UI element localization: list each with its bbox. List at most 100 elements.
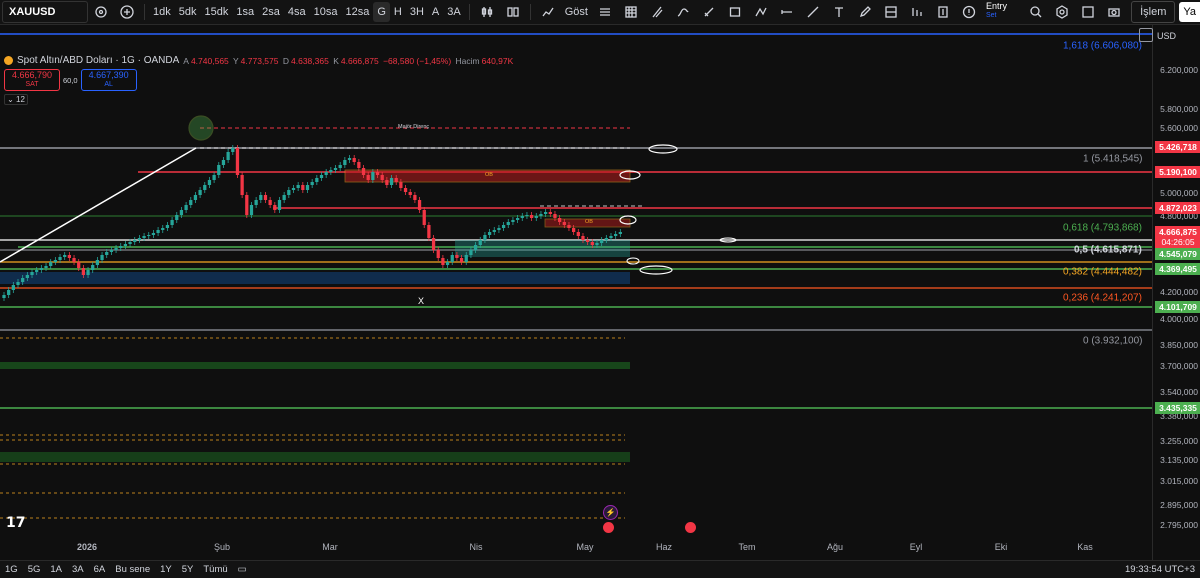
candle-body <box>567 225 571 228</box>
symbol-search[interactable]: XAUUSD <box>2 1 88 23</box>
timeframe-5dk[interactable]: 5dk <box>175 2 201 22</box>
fib-label-0: 0 (3.932,100) <box>1083 335 1143 347</box>
time-axis[interactable]: 2026 Şub Mar Nis May Haz Tem Ağu Eyl Eki… <box>0 538 1152 558</box>
fib-label-0382: 0,382 (4.444,482) <box>1063 266 1142 278</box>
candle-body <box>119 246 123 248</box>
event-flag-icon[interactable] <box>685 522 696 533</box>
candle-body <box>77 262 81 268</box>
currency-selector[interactable]: USD <box>1157 31 1176 41</box>
fullscreen-icon[interactable] <box>1079 3 1097 21</box>
event-flag-icon[interactable] <box>603 522 614 533</box>
path-tool-icon[interactable] <box>674 3 692 21</box>
settings-icon[interactable] <box>1053 3 1071 21</box>
entry-button[interactable]: Entry Set <box>982 2 1011 22</box>
grid-tool-icon[interactable] <box>622 3 640 21</box>
ellipse-marker[interactable] <box>639 265 673 275</box>
long-position-icon[interactable] <box>882 3 900 21</box>
timeframe-12sa[interactable]: 12sa <box>341 2 373 22</box>
menu-icon[interactable] <box>596 3 614 21</box>
timeframe-4sa[interactable]: 4sa <box>284 2 310 22</box>
open-label: A <box>183 55 189 66</box>
price-range-icon[interactable] <box>934 3 952 21</box>
price-axis[interactable]: USD 6.200,000 5.800,000 5.600,000 5.000,… <box>1139 25 1200 560</box>
price-tag-5426: 5.426,718 <box>1155 141 1200 153</box>
order-block-label-upper[interactable]: OB <box>485 172 493 178</box>
date-range-icon[interactable]: ▭ <box>233 564 252 575</box>
indicators-button[interactable]: Göst <box>561 2 592 22</box>
timeframe-G[interactable]: G <box>373 2 390 22</box>
indicators-icon[interactable] <box>539 3 557 21</box>
fib-label-05: 0,5 (4.615,871) <box>1074 244 1142 256</box>
candle-type-icon[interactable] <box>478 3 496 21</box>
pencil-icon[interactable] <box>856 3 874 21</box>
candle-body <box>147 235 151 236</box>
time-label: Şub <box>213 542 231 552</box>
camera-icon[interactable] <box>1105 3 1123 21</box>
x-marker-label[interactable]: X <box>418 296 424 306</box>
demand-zone[interactable] <box>0 362 630 369</box>
clock-display[interactable]: 19:33:54 UTC+3 <box>1120 564 1200 575</box>
order-block-label-lower[interactable]: OB <box>585 219 593 225</box>
range-5G[interactable]: 5G <box>23 564 46 575</box>
legend-title[interactable]: Spot Altın/ABD Doları · 1G · OANDA <box>17 55 179 66</box>
bottom-bar: 1G 5G 1A 3A 6A Bu sene 1Y 5Y Tümü ▭ 19:3… <box>0 560 1200 578</box>
settings-gear-icon[interactable] <box>1139 28 1153 42</box>
timeframe-3H[interactable]: 3H <box>406 2 428 22</box>
range-5Y[interactable]: 5Y <box>177 564 199 575</box>
ellipse-marker[interactable] <box>648 144 678 154</box>
pitchfork-icon[interactable] <box>648 3 666 21</box>
range-1A[interactable]: 1A <box>45 564 67 575</box>
horizontal-ray-icon[interactable] <box>778 3 796 21</box>
demand-zone[interactable] <box>0 272 630 284</box>
timeframe-H[interactable]: H <box>390 2 406 22</box>
top-highlight-marker[interactable] <box>188 115 214 141</box>
buy-button[interactable]: 4.667,390 AL <box>80 69 137 91</box>
publish-button[interactable]: Ya <box>1179 2 1200 22</box>
timeframe-2sa[interactable]: 2sa <box>258 2 284 22</box>
price-tag-5190: 5.190,100 <box>1155 166 1200 178</box>
candle-body <box>203 185 207 190</box>
trend-angle-icon[interactable] <box>752 3 770 21</box>
candle-body <box>492 230 496 232</box>
bar-chart-icon[interactable] <box>504 3 522 21</box>
range-all[interactable]: Tümü <box>198 564 232 575</box>
trade-button[interactable]: İşlem <box>1131 1 1176 23</box>
candle-body <box>548 212 552 214</box>
candle-body <box>7 290 11 295</box>
search-icon[interactable] <box>1027 3 1045 21</box>
candle-body <box>30 272 34 275</box>
timeframe-10sa[interactable]: 10sa <box>310 2 342 22</box>
chart-area[interactable]: Spot Altın/ABD Doları · 1G · OANDA A 4.74… <box>0 25 1152 560</box>
timeframe-1dk[interactable]: 1dk <box>149 2 175 22</box>
time-label: Ağu <box>826 542 844 552</box>
timeframe-3A[interactable]: 3A <box>443 2 464 22</box>
event-lightning-icon[interactable]: ⚡ <box>603 505 618 520</box>
add-symbol-icon[interactable] <box>118 3 136 21</box>
collapse-indicators-button[interactable]: ⌄ 12 <box>4 94 28 105</box>
sell-button[interactable]: 4.666,790 SAT <box>4 69 60 91</box>
brush-icon[interactable] <box>700 3 718 21</box>
trend-line-icon[interactable] <box>804 3 822 21</box>
chart-canvas[interactable] <box>0 25 1152 560</box>
candle-body <box>609 236 613 238</box>
major-resistance-label[interactable]: Majör Direnç <box>398 124 429 130</box>
trend-line[interactable] <box>0 147 197 263</box>
demand-zone[interactable] <box>0 452 630 462</box>
range-ytd[interactable]: Bu sene <box>110 564 155 575</box>
timeframe-1sa[interactable]: 1sa <box>232 2 258 22</box>
fib-label-0618: 0,618 (4.793,868) <box>1063 222 1142 234</box>
alert-icon[interactable] <box>960 3 978 21</box>
text-tool-icon[interactable] <box>830 3 848 21</box>
candle-body <box>366 175 370 180</box>
range-6A[interactable]: 6A <box>89 564 111 575</box>
projection-icon[interactable] <box>908 3 926 21</box>
timeframe-15dk[interactable]: 15dk <box>201 2 233 22</box>
compare-icon[interactable] <box>92 3 110 21</box>
rectangle-icon[interactable] <box>726 3 744 21</box>
range-3A[interactable]: 3A <box>67 564 89 575</box>
price-tag-countdown: 04:26:05 <box>1155 236 1200 248</box>
range-1G[interactable]: 1G <box>0 564 23 575</box>
timeframe-A[interactable]: A <box>428 2 443 22</box>
range-1Y[interactable]: 1Y <box>155 564 177 575</box>
ellipse-marker[interactable] <box>626 257 640 265</box>
